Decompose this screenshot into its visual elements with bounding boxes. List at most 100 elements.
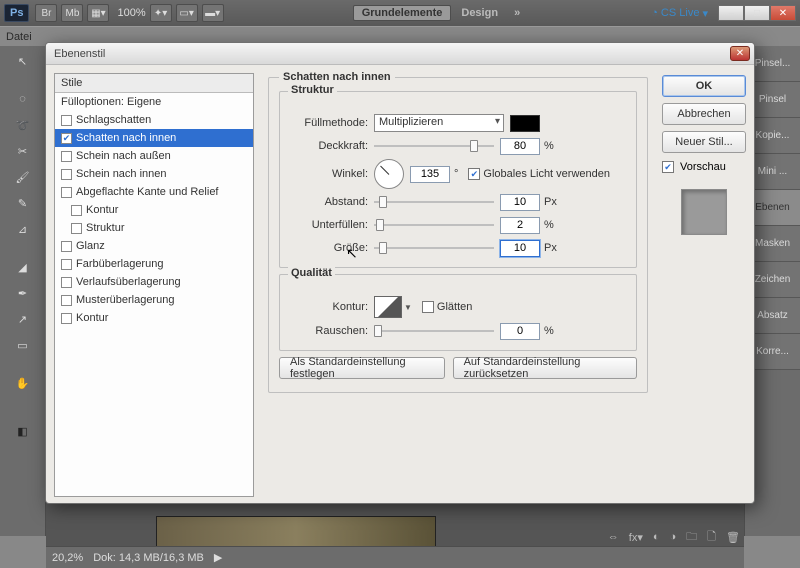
close-button[interactable]: ✕ xyxy=(770,5,796,21)
angle-unit: ° xyxy=(454,168,458,180)
opacity-value[interactable] xyxy=(500,138,540,155)
style-item-checkbox[interactable] xyxy=(61,151,72,162)
crop-tool-icon[interactable]: ✂ xyxy=(12,140,34,162)
mask-icon[interactable]: ◐ xyxy=(653,531,660,543)
menu-file[interactable]: Datei xyxy=(6,31,32,43)
dialog-close-icon[interactable]: ✕ xyxy=(730,46,750,61)
style-item[interactable]: ✔Schatten nach innen xyxy=(55,129,253,147)
grid-icon[interactable]: ▦▾ xyxy=(87,4,109,22)
folder-icon[interactable]: 🗀 xyxy=(686,528,697,547)
style-item-checkbox[interactable] xyxy=(71,223,82,234)
reset-default-button[interactable]: Auf Standardeinstellung zurücksetzen xyxy=(453,357,637,379)
workspace-design[interactable]: Design xyxy=(461,7,498,19)
lasso-tool-icon[interactable]: ➰ xyxy=(12,114,34,136)
style-item[interactable]: Farbüberlagerung xyxy=(55,255,253,273)
style-item-checkbox[interactable]: ✔ xyxy=(61,133,72,144)
style-item-checkbox[interactable] xyxy=(61,277,72,288)
style-item[interactable]: Kontur xyxy=(55,309,253,327)
stamp-tool-icon[interactable]: ⊿ xyxy=(12,218,34,240)
mb-button[interactable]: Mb xyxy=(61,4,83,22)
maximize-button[interactable]: □ xyxy=(744,5,770,21)
style-list-header[interactable]: Stile xyxy=(55,74,253,93)
hand-tool-icon[interactable]: ✋ xyxy=(12,372,34,394)
brush-tool-icon[interactable]: ✎ xyxy=(12,192,34,214)
gradient-tool-icon[interactable]: ◢ xyxy=(12,256,34,278)
style-item-label: Schein nach außen xyxy=(76,150,171,162)
antialias-checkbox[interactable] xyxy=(422,301,434,313)
opacity-slider[interactable] xyxy=(374,138,494,154)
fg-bg-swatch-icon[interactable]: ◧ xyxy=(12,420,34,442)
style-item[interactable]: Schlagschatten xyxy=(55,111,253,129)
style-item[interactable]: Musterüberlagerung xyxy=(55,291,253,309)
style-item-checkbox[interactable] xyxy=(61,241,72,252)
screen-icon[interactable]: ▭▾ xyxy=(176,4,198,22)
choke-slider[interactable] xyxy=(374,217,494,233)
dialog-titlebar[interactable]: Ebenenstil ✕ xyxy=(46,43,754,65)
style-item-checkbox[interactable] xyxy=(61,115,72,126)
status-arrow-icon[interactable]: ▶ xyxy=(214,551,222,564)
adjust-icon[interactable]: ◑ xyxy=(670,531,677,543)
make-default-button[interactable]: Als Standardeinstellung festlegen xyxy=(279,357,445,379)
style-item-checkbox[interactable] xyxy=(61,295,72,306)
global-light-checkbox[interactable]: ✔ xyxy=(468,168,480,180)
document-image xyxy=(156,516,436,546)
br-button[interactable]: Br xyxy=(35,4,57,22)
style-item-checkbox[interactable] xyxy=(61,313,72,324)
distance-label: Abstand: xyxy=(288,196,368,208)
trash-icon[interactable]: 🗑 xyxy=(726,531,740,544)
minimize-button[interactable]: – xyxy=(718,5,744,21)
workspace-essentials[interactable]: Grundelemente xyxy=(353,5,452,21)
style-item-checkbox[interactable] xyxy=(71,205,82,216)
size-label: Größe: xyxy=(288,242,368,254)
style-item[interactable]: Abgeflachte Kante und Relief xyxy=(55,183,253,201)
link-icon[interactable]: ⇔ xyxy=(608,531,619,543)
marquee-tool-icon[interactable]: ◌ xyxy=(12,88,34,110)
move-tool-icon[interactable]: ↖ xyxy=(12,50,34,72)
status-zoom[interactable]: 20,2% xyxy=(52,552,83,564)
ok-button[interactable]: OK xyxy=(662,75,746,97)
view-icon[interactable]: ▬▾ xyxy=(202,4,224,22)
noise-value[interactable] xyxy=(500,323,540,340)
choke-value[interactable] xyxy=(500,217,540,234)
contour-label: Kontur: xyxy=(288,301,368,313)
style-item-checkbox[interactable] xyxy=(61,169,72,180)
new-style-button[interactable]: Neuer Stil... xyxy=(662,131,746,153)
workspace-more-icon[interactable]: » xyxy=(514,7,520,19)
preview-checkbox[interactable]: ✔ xyxy=(662,161,674,173)
ps-logo: Ps xyxy=(4,4,29,22)
angle-value[interactable] xyxy=(410,166,450,183)
size-slider[interactable] xyxy=(374,240,494,256)
style-item[interactable]: Schein nach innen xyxy=(55,165,253,183)
antialias-label: Glätten xyxy=(437,301,472,313)
contour-dropdown-icon[interactable]: ▼ xyxy=(404,303,412,312)
noise-slider[interactable] xyxy=(374,323,494,339)
style-item[interactable]: Schein nach außen xyxy=(55,147,253,165)
style-item-label: Schein nach innen xyxy=(76,168,167,180)
eyedropper-tool-icon[interactable]: 🖌 xyxy=(12,166,34,188)
style-item[interactable]: Verlaufsüberlagerung xyxy=(55,273,253,291)
angle-dial[interactable] xyxy=(374,159,404,189)
shape-tool-icon[interactable]: ▭ xyxy=(12,334,34,356)
style-item[interactable]: Kontur xyxy=(55,201,253,219)
path-tool-icon[interactable]: ↗ xyxy=(12,308,34,330)
size-value[interactable] xyxy=(500,240,540,257)
preview-label: Vorschau xyxy=(680,161,726,173)
contour-swatch[interactable] xyxy=(374,296,402,318)
cancel-button[interactable]: Abbrechen xyxy=(662,103,746,125)
bottom-icon-strip: ⇔ fx▾ ◐ ◑ 🗀 🗋 🗑 xyxy=(608,528,740,546)
new-icon[interactable]: 🗋 xyxy=(707,528,716,547)
style-item-checkbox[interactable] xyxy=(61,259,72,270)
fill-options-row[interactable]: Fülloptionen: Eigene xyxy=(55,93,253,111)
style-item[interactable]: Struktur xyxy=(55,219,253,237)
distance-slider[interactable] xyxy=(374,194,494,210)
hand-icon[interactable]: ✦▾ xyxy=(150,4,172,22)
style-item[interactable]: Glanz xyxy=(55,237,253,255)
pen-tool-icon[interactable]: ✒ xyxy=(12,282,34,304)
fx-icon[interactable]: fx▾ xyxy=(629,531,643,544)
style-item-checkbox[interactable] xyxy=(61,187,72,198)
zoom-label[interactable]: 100% xyxy=(117,7,145,19)
shadow-color-swatch[interactable] xyxy=(510,115,540,132)
distance-value[interactable] xyxy=(500,194,540,211)
blend-mode-combo[interactable]: Multiplizieren xyxy=(374,114,504,132)
cs-live[interactable]: ◔CS Live ▾ xyxy=(651,7,708,20)
